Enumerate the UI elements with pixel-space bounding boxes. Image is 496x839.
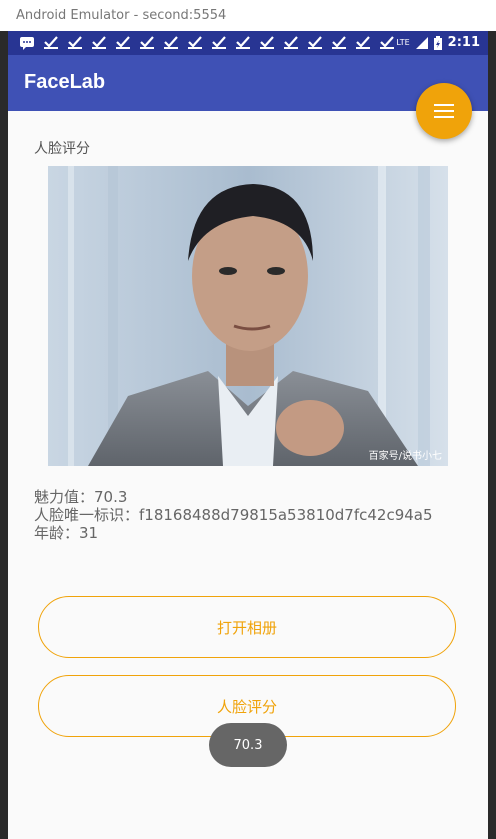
check-notification-icon xyxy=(308,36,322,49)
check-notification-icon xyxy=(92,36,106,49)
status-indicators: LTE 2:11 xyxy=(396,31,480,55)
toast-message: 70.3 xyxy=(209,723,287,767)
check-notification-icon xyxy=(356,36,370,49)
check-notification-icon xyxy=(116,36,130,49)
menu-fab-button[interactable] xyxy=(416,83,472,139)
photo-watermark: 百家号/说书小七 xyxy=(368,451,442,462)
check-notification-icon xyxy=(284,36,298,49)
device-screen: LTE 2:11 FaceLab 人脸评分 百家号/说书小七 魅力值：70.3 … xyxy=(8,31,488,839)
message-notification-icon xyxy=(20,37,34,50)
check-notification-icon xyxy=(236,36,250,49)
signal-icon xyxy=(415,37,428,49)
charm-score-text: 魅力值：70.3 xyxy=(34,488,128,506)
portrait-image xyxy=(48,166,448,466)
check-notification-icon xyxy=(68,36,82,49)
face-id-text: 人脸唯一标识：f18168488d79815a53810d7fc42c94a5 xyxy=(34,506,433,524)
check-notification-icon xyxy=(380,36,394,49)
check-notification-icon xyxy=(188,36,202,49)
clock: 2:11 xyxy=(447,35,480,50)
check-notification-icon xyxy=(140,36,154,49)
app-title: FaceLab xyxy=(24,71,106,93)
face-photo: 百家号/说书小七 xyxy=(48,166,448,466)
check-notification-icon xyxy=(332,36,346,49)
check-notification-icon xyxy=(212,36,226,49)
lte-label: LTE xyxy=(396,38,410,47)
check-notification-icon xyxy=(44,36,58,49)
check-notification-icon xyxy=(164,36,178,49)
open-album-button[interactable]: 打开相册 xyxy=(38,596,456,658)
age-text: 年龄：31 xyxy=(34,524,99,542)
emulator-window-title: Android Emulator - second:5554 xyxy=(0,0,496,31)
menu-icon xyxy=(434,104,454,106)
check-notification-icon xyxy=(260,36,274,49)
battery-charging-icon xyxy=(433,36,442,50)
status-bar: LTE 2:11 xyxy=(8,31,488,55)
section-title: 人脸评分 xyxy=(34,141,90,157)
